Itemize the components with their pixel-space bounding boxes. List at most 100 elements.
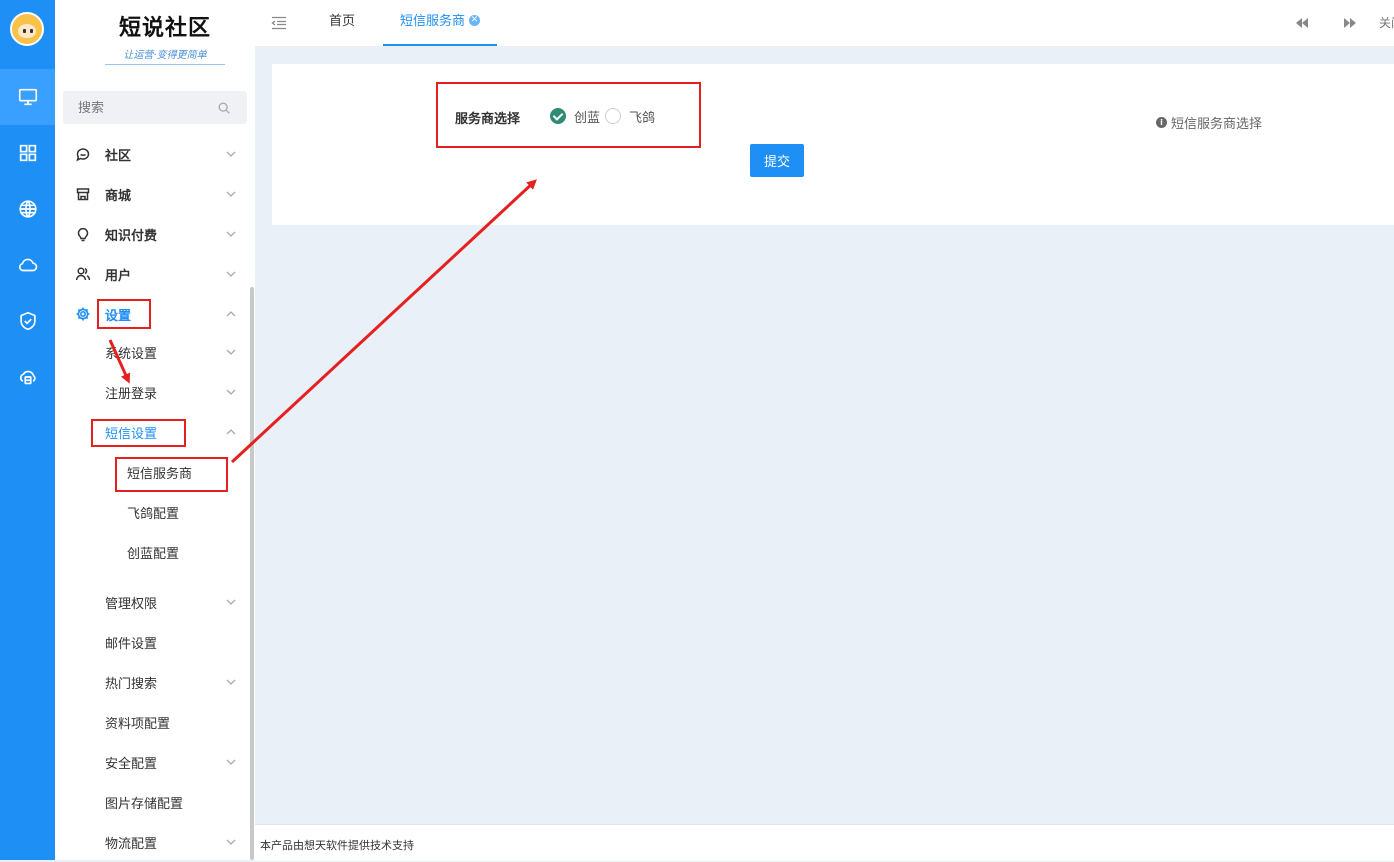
menu-fold-icon[interactable] <box>271 16 287 30</box>
search-input[interactable] <box>63 91 230 126</box>
sidebar-scrollbar[interactable] <box>250 287 254 860</box>
radio-chuanglan[interactable]: 创蓝 <box>550 107 601 126</box>
chevron-up-icon <box>226 429 236 435</box>
form-panel: 服务商选择 创蓝 飞鸽 i 短信服务商选择 提交 <box>272 64 1394 225</box>
tab-sms-provider[interactable]: 短信服务商 ✕ <box>383 0 497 46</box>
logo-eye-right <box>30 29 33 33</box>
sidebar-item-label: 邮件设置 <box>105 636 158 652</box>
info-icon: i <box>1156 117 1167 128</box>
sidebar-item-label: 系统设置 <box>105 346 158 362</box>
footer: 本产品由想天软件提供技术支持 <box>255 824 1394 861</box>
chevron-down-icon <box>226 599 236 605</box>
chevron-down-icon <box>226 349 236 355</box>
rail-item-shield[interactable] <box>0 293 55 349</box>
sidebar-item-hot-search[interactable]: 热门搜索 <box>55 662 247 702</box>
chevron-down-icon <box>226 839 236 845</box>
sidebar-item-system-settings[interactable]: 系统设置 <box>55 332 247 372</box>
chevron-down-icon <box>226 151 236 157</box>
sidebar-item-label: 安全配置 <box>105 756 158 772</box>
rail-item-cloud[interactable] <box>0 237 55 293</box>
chevron-down-icon <box>226 759 236 765</box>
sidebar-item-sms-settings[interactable]: 短信设置 <box>55 412 247 452</box>
field-hint: i 短信服务商选择 <box>1156 113 1262 132</box>
rail-item-apps[interactable] <box>0 125 55 181</box>
store-icon <box>76 188 90 201</box>
sidebar-item-feige-config[interactable]: 飞鸽配置 <box>55 492 247 532</box>
sidebar-item-sms-provider[interactable]: 短信服务商 <box>55 452 247 492</box>
top-bar: 首页 短信服务商 ✕ 关闭 <box>255 0 1394 47</box>
sidebar-item-label: 热门搜索 <box>105 676 158 692</box>
logo-eye-left <box>23 29 26 33</box>
sidebar-item-label: 创蓝配置 <box>127 546 180 562</box>
search-icon[interactable] <box>217 101 231 115</box>
sidebar-item-label: 飞鸽配置 <box>127 506 180 522</box>
sidebar-item-label: 物流配置 <box>105 836 158 852</box>
cloud-server-icon <box>19 370 36 385</box>
hint-text: 短信服务商选择 <box>1171 117 1263 132</box>
sidebar-item-label: 社区 <box>105 148 132 164</box>
menu-sidebar: 短说社区 让运营·变得更简单 社区 商城 知识付费 用户 设置 系统设置 注册登… <box>55 0 255 860</box>
brand: 短说社区 让运营·变得更简单 <box>105 10 225 65</box>
sidebar-item-security-config[interactable]: 安全配置 <box>55 742 247 782</box>
chevron-up-icon <box>226 311 236 317</box>
rail-item-cloud-server[interactable] <box>0 349 55 405</box>
sidebar-item-users[interactable]: 用户 <box>55 254 247 294</box>
chevron-down-icon <box>226 191 236 197</box>
sidebar-item-label: 管理权限 <box>105 596 158 612</box>
sidebar-item-label: 资料项配置 <box>105 716 171 732</box>
sidebar-item-label: 短信服务商 <box>127 466 193 482</box>
close-tabs-button[interactable]: 关闭 <box>1379 14 1394 31</box>
sidebar-item-label: 设置 <box>105 308 132 324</box>
globe-icon <box>18 200 37 218</box>
sidebar-item-permissions[interactable]: 管理权限 <box>55 582 247 622</box>
sidebar-item-mall[interactable]: 商城 <box>55 174 247 214</box>
close-icon[interactable]: ✕ <box>469 15 480 26</box>
sidebar-item-image-storage[interactable]: 图片存储配置 <box>55 782 247 822</box>
cloud-icon <box>18 258 37 272</box>
brand-slogan: 让运营·变得更简单 <box>105 46 225 65</box>
submit-button[interactable]: 提交 <box>750 144 804 177</box>
fast-forward-icon[interactable] <box>1343 16 1357 30</box>
footer-text: 本产品由想天软件提供技术支持 <box>260 839 414 852</box>
chevron-down-icon <box>226 679 236 685</box>
tab-label: 首页 <box>329 14 356 29</box>
radio-unchecked-icon <box>605 108 621 124</box>
bulb-icon <box>77 227 89 242</box>
chevron-down-icon <box>226 389 236 395</box>
shield-icon <box>19 311 36 331</box>
sidebar-item-profile-fields[interactable]: 资料项配置 <box>55 702 247 742</box>
sidebar-item-community[interactable]: 社区 <box>55 134 247 174</box>
chevron-down-icon <box>226 231 236 237</box>
app-rail <box>0 0 55 860</box>
sidebar-item-knowledge-pay[interactable]: 知识付费 <box>55 214 247 254</box>
sidebar-item-label: 短信设置 <box>105 426 158 442</box>
radio-feige[interactable]: 飞鸽 <box>605 107 656 126</box>
radio-label: 飞鸽 <box>629 110 656 126</box>
sidebar-item-register-login[interactable]: 注册登录 <box>55 372 247 412</box>
logo-face <box>18 24 36 38</box>
tab-label: 短信服务商 <box>399 14 465 29</box>
chevron-down-icon <box>226 271 236 277</box>
brand-name: 短说社区 <box>118 15 211 41</box>
users-icon <box>75 267 91 281</box>
monitor-icon <box>18 88 37 106</box>
search-box <box>63 91 247 126</box>
sidebar-item-label: 用户 <box>105 268 132 284</box>
rewind-icon[interactable] <box>1295 16 1309 30</box>
avatar-logo[interactable] <box>10 12 44 46</box>
sidebar-item-settings[interactable]: 设置 <box>55 294 247 334</box>
chat-icon <box>76 148 90 162</box>
grid-icon <box>19 144 36 162</box>
sidebar-item-label: 注册登录 <box>105 386 158 402</box>
sidebar-item-logistics[interactable]: 物流配置 <box>55 822 247 862</box>
radio-checked-icon <box>550 108 566 124</box>
rail-item-monitor[interactable] <box>0 69 55 125</box>
gear-icon <box>76 307 90 321</box>
sidebar-item-mail-settings[interactable]: 邮件设置 <box>55 622 247 662</box>
sidebar-item-label: 图片存储配置 <box>105 796 184 812</box>
sidebar-item-chuanglan-config[interactable]: 创蓝配置 <box>55 532 247 572</box>
sidebar-item-label: 知识付费 <box>105 228 158 244</box>
tab-home[interactable]: 首页 <box>329 0 355 46</box>
rail-item-globe[interactable] <box>0 181 55 237</box>
radio-label: 创蓝 <box>574 110 601 126</box>
